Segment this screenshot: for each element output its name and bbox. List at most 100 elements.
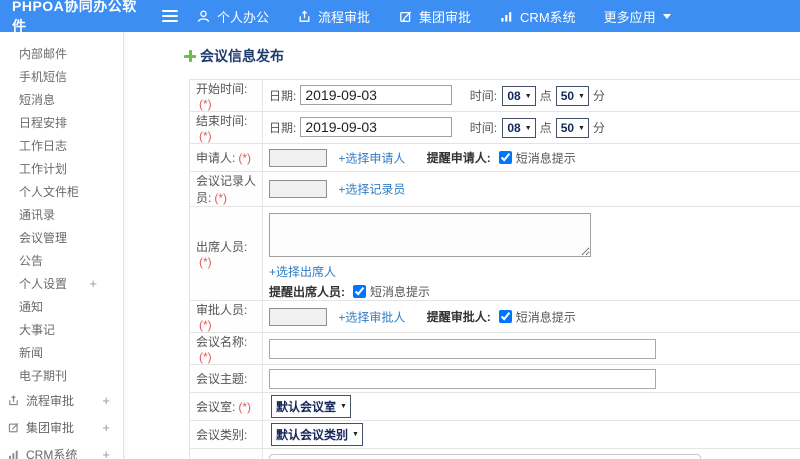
form-row-meeting-subject: 会议主题: xyxy=(189,364,800,393)
nav-label: 流程审批 xyxy=(318,9,371,25)
sidebar-item-short-message[interactable]: 短消息 xyxy=(0,88,123,111)
meeting-form: 开始时间:(*) 日期: 时间: 08▼点50▼分 结束时间:(*) 日期: 时… xyxy=(189,79,800,459)
required-mark: (*) xyxy=(214,191,228,205)
sidebar-item-personal-settings[interactable]: 个人设置 + xyxy=(0,272,123,295)
meeting-name-input[interactable] xyxy=(269,338,656,359)
sidebar-item-news[interactable]: 新闻 xyxy=(0,341,123,364)
end-minute-select[interactable]: 50 ▼ xyxy=(555,118,589,138)
form-row-meeting-room: 会议室: (*) 默认会议室 ▼ xyxy=(189,392,800,421)
expand-plus-icon[interactable]: + xyxy=(102,447,110,459)
approver-sms-checkbox[interactable] xyxy=(498,310,512,323)
start-hour-select[interactable]: 08 ▼ xyxy=(502,86,536,106)
topbar: PHPOA协同办公软件 个人办公 流程审批 集团审批 CRM系统 更多应用 xyxy=(0,0,800,34)
approver-input[interactable] xyxy=(269,307,327,326)
richtext-toolbar: HTML ↶ ↷ B I U A abc x² x₂ ✎ ✐▾ 66 T xyxy=(269,454,701,459)
sidebar-item-file-cabinet[interactable]: 个人文件柜 xyxy=(0,180,123,203)
nav-item-crm[interactable]: CRM系统 xyxy=(499,7,576,26)
sidebar-item-sms[interactable]: 手机短信 xyxy=(0,65,123,88)
sidebar-item-work-plan[interactable]: 工作计划 xyxy=(0,157,123,180)
sms-hint-label: 短消息提示 xyxy=(515,151,576,165)
flow-approve-icon xyxy=(297,9,312,24)
remind-approver-label: 提醒审批人: xyxy=(426,310,491,324)
select-caret-icon: ▼ xyxy=(578,124,585,132)
sidebar-item-big-events[interactable]: 大事记 xyxy=(0,318,123,341)
sidebar-section-group-approval[interactable]: 集团审批 + xyxy=(0,414,123,441)
field-label-editor xyxy=(189,448,263,459)
time-label: 时间: xyxy=(469,89,498,103)
end-hour-select[interactable]: 08 ▼ xyxy=(502,118,536,138)
page-title: 会议信息发布 xyxy=(184,46,800,66)
caret-down-icon xyxy=(662,13,671,19)
nav-item-more-apps[interactable]: 更多应用 xyxy=(604,7,671,26)
nav-label: CRM系统 xyxy=(520,9,576,25)
required-mark: (*) xyxy=(199,129,212,143)
sidebar-item-contacts[interactable]: 通讯录 xyxy=(0,203,123,226)
applicant-input[interactable] xyxy=(269,148,327,167)
applicant-sms-checkbox[interactable] xyxy=(498,151,512,164)
date-label: 日期: xyxy=(269,89,297,103)
form-row-attendees: 出席人员:(*) +选择出席人 提醒出席人员: 短消息提示 xyxy=(189,206,800,301)
field-label-applicant: 申请人: (*) xyxy=(189,143,263,172)
pick-recorder-link[interactable]: +选择记录员 xyxy=(338,183,405,197)
meeting-subject-input[interactable] xyxy=(269,368,656,389)
field-label-attendees: 出席人员:(*) xyxy=(189,206,263,301)
field-label-recorder: 会议记录人员: (*) xyxy=(189,171,263,207)
required-mark: (*) xyxy=(238,400,252,414)
sidebar: 内部邮件 手机短信 短消息 日程安排 工作日志 工作计划 个人文件柜 通讯录 会… xyxy=(0,32,124,459)
meeting-category-select[interactable]: 默认会议类别 ▼ xyxy=(271,423,363,446)
sidebar-section-flow-approval[interactable]: 流程审批 + xyxy=(0,387,123,414)
nav-item-group-approval[interactable]: 集团审批 xyxy=(398,7,471,26)
sidebar-item-announcement[interactable]: 公告 xyxy=(0,249,123,272)
sms-hint-label: 短消息提示 xyxy=(515,310,576,324)
select-caret-icon: ▼ xyxy=(578,92,585,100)
remind-attendees-label: 提醒出席人员: xyxy=(269,285,345,299)
sms-hint-label: 短消息提示 xyxy=(370,285,431,299)
sidebar-item-work-log[interactable]: 工作日志 xyxy=(0,134,123,157)
attendees-sms-checkbox[interactable] xyxy=(353,285,366,298)
pick-applicant-link[interactable]: +选择申请人 xyxy=(338,151,405,165)
start-date-input[interactable] xyxy=(300,85,453,105)
nav-item-flow-approval[interactable]: 流程审批 xyxy=(297,7,370,26)
form-row-approver: 审批人员:(*) +选择审批人 提醒审批人: 短消息提示 xyxy=(189,300,800,333)
app-logo[interactable]: PHPOA协同办公软件 xyxy=(0,0,150,36)
select-caret-icon: ▼ xyxy=(352,431,359,438)
menu-toggle-icon[interactable] xyxy=(162,7,180,25)
sidebar-item-notice[interactable]: 通知 xyxy=(0,295,123,318)
attendees-textarea[interactable] xyxy=(269,213,591,257)
flow-approve-icon xyxy=(7,394,20,407)
required-mark: (*) xyxy=(199,350,212,364)
expand-plus-icon[interactable]: + xyxy=(102,420,110,435)
sidebar-section-crm[interactable]: CRM系统 + xyxy=(0,441,123,459)
user-icon xyxy=(196,9,211,24)
sidebar-item-meeting-management[interactable]: 会议管理 xyxy=(0,226,123,249)
form-row-applicant: 申请人: (*) +选择申请人 提醒申请人: 短消息提示 xyxy=(189,143,800,172)
group-approve-icon xyxy=(398,9,413,24)
select-caret-icon: ▼ xyxy=(524,92,532,100)
end-date-input[interactable] xyxy=(300,117,453,137)
expand-plus-icon[interactable]: + xyxy=(102,393,110,408)
field-label-meeting-category: 会议类别: xyxy=(189,420,263,449)
field-label-start-time: 开始时间:(*) xyxy=(189,79,263,112)
add-plus-icon xyxy=(184,50,196,62)
field-label-meeting-name: 会议名称:(*) xyxy=(189,332,263,365)
sidebar-item-e-journal[interactable]: 电子期刊 xyxy=(0,364,123,387)
field-label-meeting-subject: 会议主题: xyxy=(189,364,263,393)
main-content: 会议信息发布 开始时间:(*) 日期: 时间: 08▼点50▼分 结束时间:(*… xyxy=(124,32,800,459)
sidebar-item-schedule[interactable]: 日程安排 xyxy=(0,111,123,134)
form-row-recorder: 会议记录人员: (*) +选择记录员 xyxy=(189,171,800,207)
top-nav: 个人办公 流程审批 集团审批 CRM系统 更多应用 xyxy=(196,7,699,26)
remind-applicant-label: 提醒申请人: xyxy=(426,151,491,165)
time-label: 时间: xyxy=(469,121,498,135)
field-label-approver: 审批人员:(*) xyxy=(189,300,263,333)
meeting-room-select[interactable]: 默认会议室 ▼ xyxy=(271,395,351,418)
start-minute-select[interactable]: 50 ▼ xyxy=(555,86,589,106)
required-mark: (*) xyxy=(199,255,212,269)
field-label-end-time: 结束时间:(*) xyxy=(189,111,263,144)
expand-plus-icon[interactable]: + xyxy=(89,276,97,291)
sidebar-item-internal-mail[interactable]: 内部邮件 xyxy=(0,42,123,65)
nav-label: 个人办公 xyxy=(217,9,270,25)
pick-attendees-link[interactable]: +选择出席人 xyxy=(269,265,336,279)
recorder-input[interactable] xyxy=(269,180,327,198)
pick-approver-link[interactable]: +选择审批人 xyxy=(338,310,405,324)
nav-item-personal-office[interactable]: 个人办公 xyxy=(196,7,269,26)
